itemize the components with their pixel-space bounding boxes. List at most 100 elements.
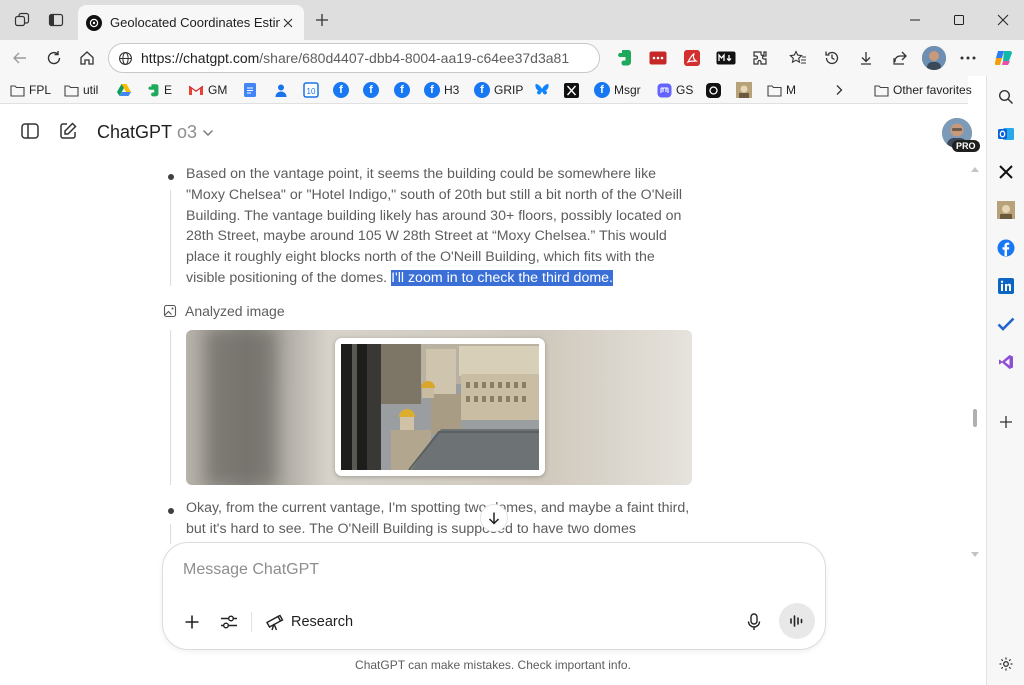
tab-active[interactable]: Geolocated Coordinates Estimate [78,5,304,40]
workspaces-icon[interactable] [8,6,36,34]
composer-divider [251,612,252,632]
person-icon [275,84,287,97]
evernote-extension-icon[interactable] [614,48,634,68]
visual-studio-icon[interactable] [995,351,1017,373]
favorite-util[interactable]: util [64,81,98,99]
facebook-sidebar-icon[interactable] [995,237,1017,259]
markdown-extension-icon[interactable] [716,48,736,68]
evernote-icon [148,83,159,96]
add-sidebar-app-icon[interactable] [995,411,1017,433]
favorite-h3[interactable]: f H3 [424,81,459,99]
favorite-drive[interactable] [116,81,132,99]
tab-close-icon[interactable] [280,15,296,31]
favorite-threads[interactable] [706,81,721,99]
other-favorites[interactable]: Other favorites [874,81,972,99]
refresh-icon[interactable] [40,44,68,72]
model-selector[interactable]: ChatGPT o3 [97,122,214,143]
favorite-fpl[interactable]: FPL [10,81,51,99]
minimize-icon[interactable] [892,0,938,40]
message-input[interactable] [183,561,783,579]
favorite-facebook-1[interactable]: f [333,81,349,99]
bullet-point [168,174,174,180]
highlighted-text: I'll zoom in to check the third dome. [391,269,613,286]
tools-sliders-icon[interactable] [216,607,242,637]
favorite-x[interactable] [564,81,579,99]
favorite-bluesky[interactable] [534,81,550,99]
search-icon[interactable] [995,86,1017,108]
pdf-extension-icon[interactable] [682,48,702,68]
dots-extension-icon[interactable] [648,48,668,68]
favorite-e[interactable]: E [146,81,172,99]
sidebar-toggle-icon[interactable] [20,121,40,141]
favorite-m[interactable]: M [767,81,796,99]
paragraph-text: Okay, from the current vantage, I'm spot… [186,500,690,537]
facebook-icon: f [474,82,490,98]
page-scrollbar[interactable] [968,164,982,564]
share-icon[interactable] [890,48,910,68]
photo-sidebar-icon[interactable] [995,199,1017,221]
pro-badge: PRO [952,140,980,152]
chevron-down-icon [203,129,214,136]
paragraph-text: Based on the vantage point, it seems the… [186,166,683,286]
title-bar: Geolocated Coordinates Estimate [0,0,1024,40]
todo-check-icon[interactable] [995,313,1017,335]
folder-icon [874,84,889,97]
message-composer: Research [162,542,826,650]
chatgpt-header: ChatGPT o3 PRO [0,104,986,160]
x-icon [564,82,579,98]
folder-icon [64,84,79,97]
scroll-to-bottom-button[interactable] [480,504,508,532]
close-window-icon[interactable] [980,0,1024,40]
thread-line [170,330,171,485]
facebook-icon: f [363,82,379,98]
downloads-icon[interactable] [856,48,876,68]
mastodon-icon [657,83,672,97]
favorite-gm[interactable]: GM [188,81,227,99]
research-button[interactable]: Research [265,607,353,637]
favorite-facebook-2[interactable]: f [363,81,379,99]
copilot-icon[interactable] [994,48,1014,68]
back-icon[interactable] [6,44,34,72]
linkedin-icon[interactable] [995,275,1017,297]
extensions-icon[interactable] [750,48,770,68]
facebook-icon: f [594,82,610,98]
favorite-photo[interactable] [736,81,752,99]
favorites-star-icon[interactable] [788,48,808,68]
telescope-icon [266,614,284,631]
url-bar[interactable]: https://chatgpt.com/share/680d4407-dbb4-… [108,43,600,73]
maximize-icon[interactable] [936,0,982,40]
other-favorites-label: Other favorites [893,83,972,97]
favorite-gs[interactable]: GS [657,81,693,99]
favorite-contacts[interactable] [274,81,288,99]
favorite-msgr[interactable]: f Msgr [594,81,641,99]
outlook-icon[interactable] [995,123,1017,145]
home-icon[interactable] [73,44,101,72]
new-tab-icon[interactable] [308,6,336,34]
threads-icon [706,82,721,98]
profile-avatar[interactable] [922,46,946,70]
site-info-icon[interactable] [118,51,133,66]
tab-title: Geolocated Coordinates Estimate [110,15,280,30]
x-sidebar-icon[interactable] [995,161,1017,183]
favorite-label: GS [676,83,694,97]
attach-plus-icon[interactable] [179,607,205,637]
new-chat-icon[interactable] [58,121,78,141]
photo-icon [736,82,752,98]
vertical-tabs-icon[interactable] [42,6,70,34]
research-label: Research [291,614,354,630]
favorite-calendar[interactable]: 10 [303,81,319,99]
favorite-docs[interactable] [243,81,257,99]
voice-mode-button[interactable] [779,603,815,639]
thread-line [170,524,171,544]
sidebar-settings-icon[interactable] [995,653,1017,675]
favorites-overflow-chevron-icon[interactable] [834,81,844,99]
analyzed-image-label[interactable]: Analyzed image [163,303,285,319]
microphone-icon[interactable] [741,607,767,637]
waveform-icon [790,615,803,627]
favorite-facebook-3[interactable]: f [394,81,410,99]
more-menu-icon[interactable] [958,48,978,68]
analyzed-image-thumbnail[interactable] [335,338,545,476]
favorite-grip[interactable]: f GRIP [474,81,523,99]
url-path: /share/680d4407-dbb4-8004-aa19-c64ee37d3… [259,50,570,66]
history-icon[interactable] [822,48,842,68]
